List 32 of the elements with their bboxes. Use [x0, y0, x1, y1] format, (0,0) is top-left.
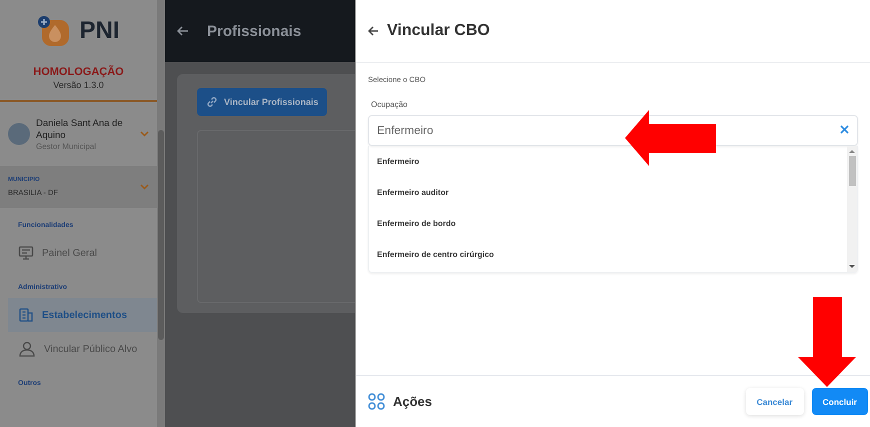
sidebar-item[interactable]: Painel Geral: [0, 236, 157, 270]
sidebar-item[interactable]: Estabelecimentos: [8, 298, 157, 332]
building-icon: [18, 307, 34, 323]
footer-title: Ações: [393, 394, 434, 409]
clear-icon[interactable]: [840, 124, 849, 134]
dropdown-option[interactable]: Enfermeiro: [369, 146, 847, 177]
chevron-icon: [140, 182, 149, 192]
logo-text: PNI: [79, 17, 120, 45]
page-title: Profissionais: [207, 22, 302, 40]
environment-label: HOMOLOGAÇÃO: [32, 66, 125, 78]
dropdown-option[interactable]: Enfermeiro de centro cirúrgico: [369, 239, 847, 270]
back-arrow-icon[interactable]: [368, 26, 379, 36]
link-professionals-button[interactable]: Vincular Profissionais: [197, 88, 328, 116]
dialog-title: Vincular CBO: [387, 22, 490, 40]
monitor-icon: [18, 245, 34, 261]
scrollbar-thumb[interactable]: [158, 130, 164, 340]
avatar: [8, 123, 30, 145]
dropdown-option[interactable]: Enfermeiro auditor: [369, 177, 847, 208]
field-label: Ocupação: [371, 100, 408, 109]
person-icon: [18, 340, 36, 358]
logo-icon: [37, 15, 72, 47]
sidebar-item[interactable]: Vincular Público Alvo: [0, 332, 157, 366]
link-icon: [206, 96, 218, 108]
confirm-button[interactable]: Concluir: [812, 388, 868, 415]
scroll-up-icon[interactable]: [849, 148, 855, 154]
scroll-down-icon[interactable]: [849, 264, 855, 270]
dropdown-option[interactable]: Enfermeiro de bordo: [369, 208, 847, 239]
grid-icon: [368, 393, 385, 410]
cancel-button[interactable]: Cancelar: [746, 388, 804, 415]
user-name: Daniela Sant Ana de Aquino: [36, 118, 124, 142]
list-scrollbar[interactable]: [847, 146, 857, 272]
occupation-field[interactable]: Enfermeiro: [368, 115, 858, 146]
